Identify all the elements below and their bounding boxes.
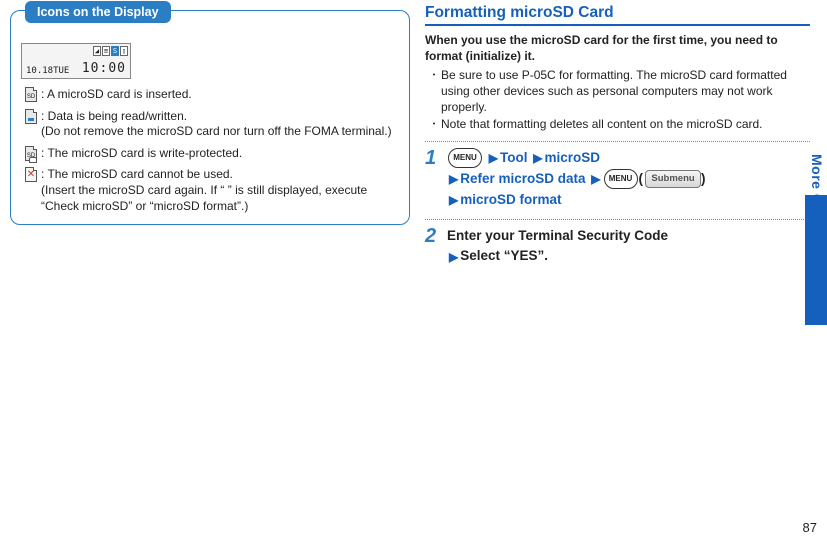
sd-reading-icon — [25, 109, 37, 124]
step1-microsd: microSD — [545, 150, 601, 165]
bullet-2: ･ Note that formatting deletes all conte… — [431, 117, 810, 133]
protected-text: : The microSD card is write-protected. — [41, 146, 242, 160]
callout-tab-title: Icons on the Display — [25, 1, 171, 23]
reading-lead: : Data is being read/written. — [41, 109, 392, 125]
step-1: 1 MENU ▶Tool ▶microSD ▶Refer microSD dat… — [425, 141, 810, 211]
arrow-icon: ▶ — [449, 170, 458, 189]
step-1-number: 1 — [425, 148, 447, 168]
submenu-button-icon: Submenu — [645, 170, 701, 188]
display-time: 10:00 — [82, 61, 126, 76]
step2-line2: Select “YES”. — [460, 248, 548, 263]
bullet-1-text: Be sure to use P-05C for formatting. The… — [441, 68, 810, 115]
section-intro: When you use the microSD card for the fi… — [425, 32, 810, 64]
step-2-number: 2 — [425, 226, 447, 246]
reading-sub: (Do not remove the microSD card nor turn… — [41, 124, 392, 140]
sd-protected-icon: SD — [25, 146, 37, 161]
sd-inserted-icon: SD — [25, 87, 37, 102]
section-title: Formatting microSD Card — [425, 4, 810, 24]
unusable-sub: (Insert the microSD card again. If “ ” i… — [41, 183, 399, 214]
arrow-icon: ▶ — [449, 191, 458, 210]
step1-format: microSD format — [460, 192, 561, 207]
sd-unusable-icon — [25, 167, 37, 182]
menu-button-icon: MENU — [604, 169, 638, 189]
arrow-icon: ▶ — [533, 149, 542, 168]
menu-button-icon: MENU — [448, 148, 482, 168]
bullet-1: ･ Be sure to use P-05C for formatting. T… — [431, 68, 810, 115]
inserted-text: : A microSD card is inserted. — [41, 87, 192, 101]
page-number: 87 — [803, 520, 817, 535]
arrow-icon: ▶ — [591, 170, 600, 189]
bullet-dot-icon: ･ — [431, 68, 441, 84]
status-display: ◢≡S▯ 10.18TUE 10:00 — [21, 43, 131, 79]
bullet-dot-icon: ･ — [431, 117, 441, 133]
step1-refer: Refer microSD data — [460, 171, 585, 186]
step-2: 2 Enter your Terminal Security Code ▶Sel… — [425, 219, 810, 268]
icons-callout: Icons on the Display ◢≡S▯ 10.18TUE 10:00… — [10, 10, 410, 225]
display-date: 10.18TUE — [26, 66, 69, 76]
icon-row-protected: SD : The microSD card is write-protected… — [21, 146, 399, 162]
arrow-icon: ▶ — [449, 248, 458, 267]
section-underline — [425, 24, 810, 26]
step1-tool: Tool — [500, 150, 528, 165]
side-tab-marker — [805, 195, 827, 325]
bullet-2-text: Note that formatting deletes all content… — [441, 117, 763, 133]
icon-row-reading: : Data is being read/written. (Do not re… — [21, 109, 399, 140]
unusable-lead: : The microSD card cannot be used. — [41, 167, 399, 183]
arrow-icon: ▶ — [489, 149, 498, 168]
step2-line1: Enter your Terminal Security Code — [447, 228, 668, 243]
icon-row-unusable: : The microSD card cannot be used. (Inse… — [21, 167, 399, 214]
icon-row-inserted: SD : A microSD card is inserted. — [21, 87, 399, 103]
